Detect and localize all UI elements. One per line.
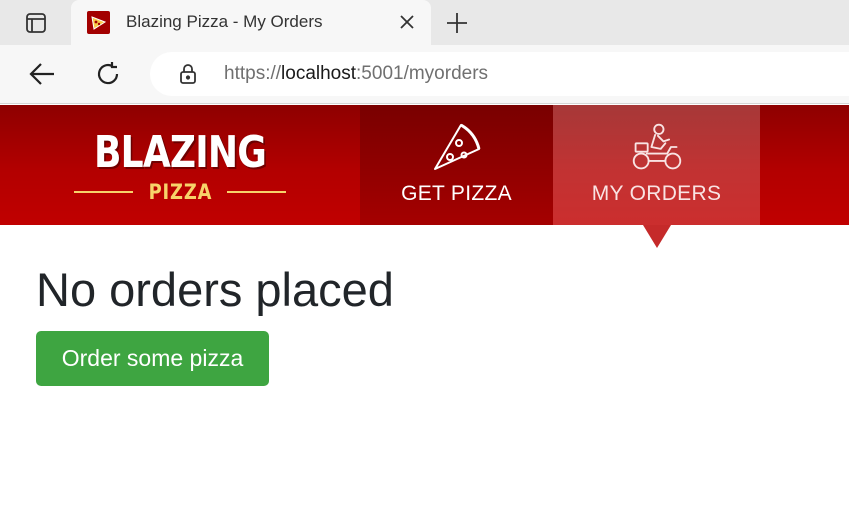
browser-toolbar: https://localhost:5001/myorders (0, 45, 849, 104)
site-header: BLAZING PIZZA GET PIZZA MY ORDERS (0, 105, 849, 225)
url-path: :5001/myorders (356, 63, 489, 84)
logo-sub-text: PIZZA (148, 180, 212, 204)
logo-main-text: BLAZING (93, 127, 267, 178)
lock-icon[interactable] (178, 64, 198, 84)
pizza-slice-icon (430, 121, 484, 173)
tab-actions-icon[interactable] (14, 10, 58, 36)
nav-get-pizza-label: GET PIZZA (401, 182, 512, 205)
favicon-pizza-icon (87, 11, 110, 34)
blazing-pizza-logo[interactable]: BLAZING PIZZA (74, 127, 287, 207)
url-scheme: https:// (224, 63, 282, 84)
logo-sub: PIZZA (74, 180, 287, 204)
back-arrow-icon[interactable] (27, 59, 57, 89)
nav-my-orders-label: MY ORDERS (591, 182, 722, 205)
logo-line-right (227, 191, 287, 193)
delivery-rider-icon (630, 121, 684, 173)
page-heading: No orders placed (36, 263, 394, 316)
new-tab-plus-icon[interactable] (444, 10, 470, 36)
url-text: https://localhost:5001/myorders (224, 63, 488, 85)
order-some-pizza-button[interactable]: Order some pizza (36, 331, 269, 386)
browser-tab[interactable]: Blazing Pizza - My Orders (71, 0, 431, 45)
nav-get-pizza[interactable]: GET PIZZA (360, 105, 553, 225)
close-icon[interactable] (397, 12, 417, 32)
active-nav-indicator (643, 225, 671, 248)
address-bar[interactable]: https://localhost:5001/myorders (150, 52, 849, 96)
refresh-icon[interactable] (93, 59, 123, 89)
url-host: localhost (281, 63, 357, 84)
browser-tabstrip: Blazing Pizza - My Orders (0, 0, 849, 45)
logo-line-left (74, 191, 133, 193)
nav-my-orders[interactable]: MY ORDERS (553, 105, 760, 225)
tab-title: Blazing Pizza - My Orders (126, 12, 323, 31)
